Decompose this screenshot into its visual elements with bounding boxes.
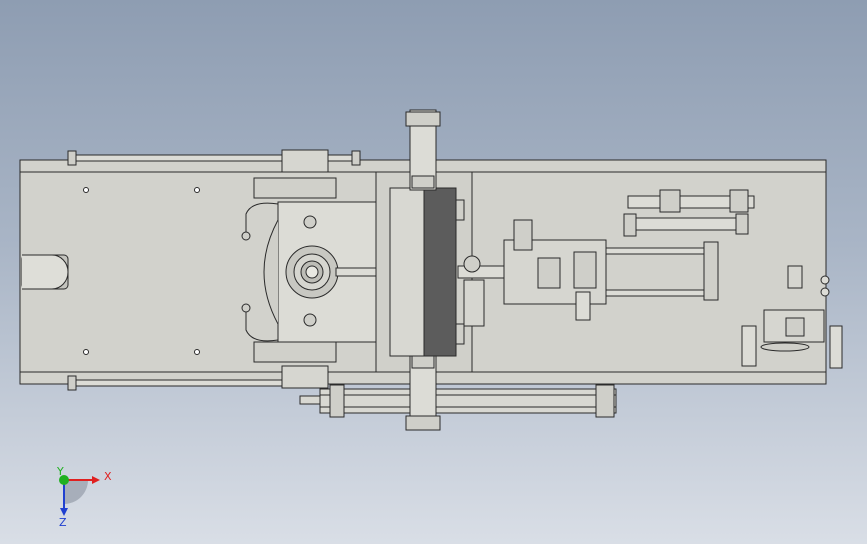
cad-viewport[interactable]: X Y Z (0, 0, 867, 544)
vertical-cylinder-bottom (405, 355, 441, 431)
dark-roller-block (423, 187, 457, 357)
assembly-drawing: X Y Z (19, 109, 843, 529)
x-axis-label: X (104, 470, 112, 483)
y-axis-label: Y (56, 465, 64, 478)
z-axis-label: Z (59, 516, 67, 529)
vertical-cylinder-top (405, 109, 441, 191)
bottom-cylinder (299, 384, 617, 418)
coordinate-triad: X Y Z (56, 465, 112, 529)
